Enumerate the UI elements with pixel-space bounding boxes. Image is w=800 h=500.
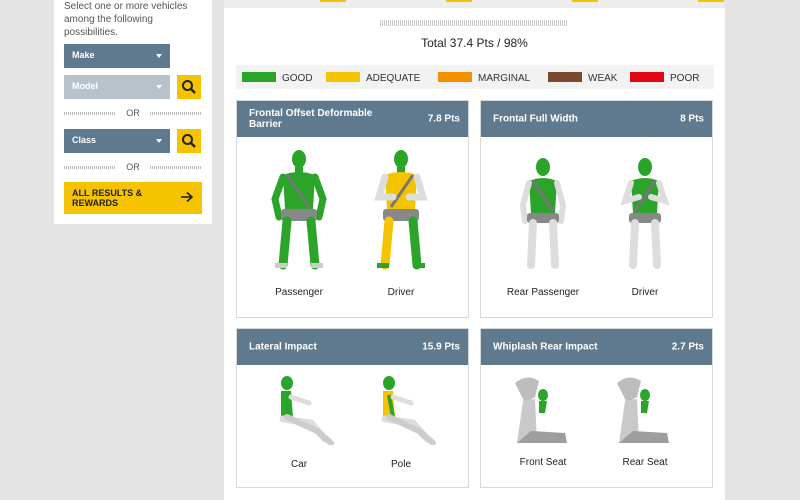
card-frontal-offset: Frontal Offset Deformable Barrier 7.8 Pt… [236,100,469,318]
figure-driver[interactable]: Driver [353,147,449,307]
class-select-label: Class [72,135,97,145]
seat-headrest-icon [515,377,567,443]
card-lateral-impact: Lateral Impact 15.9 Pts Car Pole [236,328,469,488]
figure-rear-passenger[interactable]: Rear Passenger [495,147,591,307]
figure-car[interactable]: Car [251,373,347,483]
dummy-front-icon [620,158,670,269]
vehicle-filter-panel: Select one or more vehicles among the fo… [54,0,212,224]
chevron-down-icon [156,85,162,89]
card-title: Whiplash Rear Impact [493,341,598,353]
figure-caption: Driver [631,287,659,298]
results-label-line1: ALL RESULTS & [72,188,143,198]
figure-caption: Driver [387,287,415,298]
figure-caption: Passenger [275,287,323,298]
figure-caption: Pole [390,459,411,470]
figure-driver[interactable]: Driver [597,147,693,307]
dummy-side-icon [279,376,334,445]
legend-swatch [630,72,664,82]
make-select[interactable]: Make [64,44,170,68]
card-header: Whiplash Rear Impact 2.7 Pts [481,329,712,365]
dummy-front-icon [374,150,428,270]
dummy-front-icon [519,158,567,269]
total-score-bar [380,20,568,26]
card-points: 15.9 Pts [422,341,460,353]
filter-intro-text: Select one or more vehicles among the fo… [64,1,188,38]
total-score: Total 37.4 Pts / 98% [421,36,528,50]
seat-headrest-icon [617,377,669,443]
figure-caption: Rear Seat [622,457,668,468]
chevron-down-icon [156,54,162,58]
legend-good: GOOD [242,72,313,84]
card-points: 8 Pts [680,113,704,125]
legend-marginal: MARGINAL [438,72,530,84]
figure-pole[interactable]: Pole [353,373,449,483]
card-header: Lateral Impact 15.9 Pts [237,329,468,365]
model-select-label: Model [72,81,98,91]
card-whiplash-rear-impact: Whiplash Rear Impact 2.7 Pts Front Seat … [480,328,713,488]
card-title: Frontal Offset Deformable Barrier [249,108,373,130]
or-divider: OR [64,108,202,118]
legend-swatch [548,72,582,82]
make-select-label: Make [72,50,95,60]
chevron-down-icon [156,139,162,143]
class-search-button[interactable] [177,129,201,153]
card-title: Lateral Impact [249,341,317,353]
dummy-side-icon [381,376,436,445]
or-divider: OR [64,162,202,172]
figure-caption: Rear Passenger [506,287,580,298]
figure-front-seat[interactable]: Front Seat [495,373,591,483]
top-tab-strip [224,0,725,8]
card-points: 2.7 Pts [671,341,704,353]
search-icon [182,134,196,148]
legend-adequate: ADEQUATE [326,72,420,84]
card-header: Frontal Full Width 8 Pts [481,101,712,137]
search-icon [182,80,196,94]
figure-rear-seat[interactable]: Rear Seat [597,373,693,483]
legend-poor: POOR [630,72,699,84]
model-search-button[interactable] [177,75,201,99]
figure-passenger[interactable]: Passenger [251,147,347,307]
legend-weak: WEAK [548,72,617,84]
legend-swatch [438,72,472,82]
results-main-panel: Total 37.4 Pts / 98% GOOD ADEQUATE MARGI… [224,0,725,500]
card-frontal-full-width: Frontal Full Width 8 Pts Rear Passenger [480,100,713,318]
figure-caption: Front Seat [519,457,567,468]
legend-swatch [326,72,360,82]
all-results-rewards-button[interactable]: ALL RESULTS & REWARDS [64,182,202,214]
model-select[interactable]: Model [64,75,170,99]
dummy-front-icon [271,150,327,270]
card-header: Frontal Offset Deformable Barrier 7.8 Pt… [237,101,468,137]
card-title: Frontal Full Width [493,113,578,125]
legend-swatch [242,72,276,82]
card-points: 7.8 Pts [427,113,460,125]
rating-legend: GOOD ADEQUATE MARGINAL WEAK POOR [236,65,714,89]
results-label-line2: REWARDS [72,198,119,208]
arrow-right-icon [180,191,194,205]
class-select[interactable]: Class [64,129,170,153]
figure-caption: Car [290,459,308,470]
